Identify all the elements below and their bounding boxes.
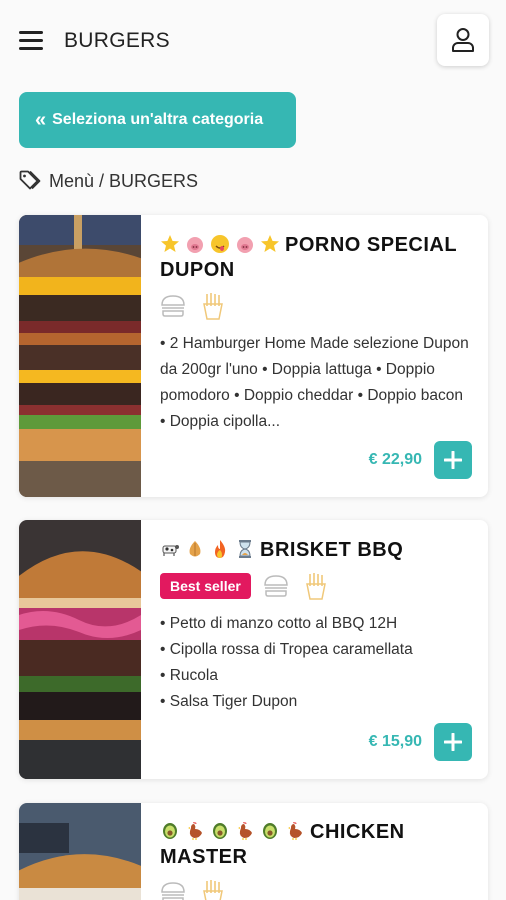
- pig-icon: [187, 237, 203, 253]
- product-icons: Best seller: [160, 571, 472, 601]
- cow-icon: [162, 545, 179, 556]
- product-image: [19, 520, 141, 779]
- add-to-cart-button[interactable]: [434, 723, 472, 761]
- fire-icon: [215, 540, 226, 558]
- avocado-icon: [163, 823, 177, 839]
- product-price: € 15,90: [368, 733, 422, 750]
- product-icons: [160, 291, 472, 321]
- top-header: BURGERS: [0, 0, 506, 80]
- product-details: CHICKEN MASTER: [160, 803, 472, 900]
- product-title: PORNO SPECIAL DUPON: [160, 233, 472, 283]
- product-price: € 22,90: [368, 451, 422, 468]
- avocado-icon: [263, 823, 277, 839]
- price-row: € 15,90: [369, 723, 472, 761]
- rooster-icon: [188, 822, 202, 840]
- fries-icon: [203, 880, 223, 900]
- description-line: • Salsa Tiger Dupon: [160, 693, 298, 710]
- product-icons: [160, 878, 472, 900]
- plus-icon: [444, 733, 462, 751]
- product-title: CHICKEN MASTER: [160, 820, 472, 870]
- double-chevron-left-icon: «: [35, 109, 47, 131]
- fries-icon: [203, 293, 223, 320]
- select-other-category-label: Seleziona un'altra categoria: [52, 111, 264, 128]
- tag-icon: [19, 170, 41, 190]
- product-card[interactable]: CHICKEN MASTER: [19, 803, 488, 900]
- burger-icon: [161, 295, 185, 317]
- product-image: [19, 803, 141, 900]
- burger-icon: [161, 882, 185, 900]
- best-seller-badge: Best seller: [160, 573, 251, 599]
- product-description: • 2 Hamburger Home Made selezione Dupon …: [160, 335, 469, 430]
- breadcrumb-text: Menù / BURGERS: [49, 170, 199, 191]
- user-icon: [452, 28, 474, 52]
- product-description: • Petto di manzo cotto al BBQ 12H • Cipo…: [160, 611, 472, 715]
- description-line: • Petto di manzo cotto al BBQ 12H: [160, 615, 398, 632]
- star-icon: [161, 235, 179, 252]
- product-card[interactable]: BRISKET BBQ Best seller • Petto di manzo…: [19, 520, 488, 779]
- hourglass-icon: [239, 540, 251, 558]
- page-title: BURGERS: [64, 29, 170, 52]
- pig-icon: [237, 237, 253, 253]
- rooster-icon: [288, 822, 302, 840]
- breadcrumb: Menù / BURGERS: [19, 169, 198, 193]
- product-title: BRISKET BBQ: [160, 538, 472, 563]
- fries-icon: [305, 573, 326, 600]
- product-image: [19, 215, 141, 497]
- add-to-cart-button[interactable]: [434, 441, 472, 479]
- rooster-icon: [238, 822, 252, 840]
- drooling-face-icon: [211, 235, 229, 253]
- burger-icon: [264, 575, 288, 597]
- product-details: BRISKET BBQ Best seller • Petto di manzo…: [160, 520, 472, 779]
- description-line: • Rucola: [160, 667, 218, 684]
- profile-button[interactable]: [437, 14, 489, 66]
- description-line: • Cipolla rossa di Tropea caramellata: [160, 641, 413, 658]
- menu-icon[interactable]: [19, 31, 43, 51]
- product-title-text: BRISKET BBQ: [260, 539, 404, 561]
- onion-icon: [189, 541, 201, 557]
- avocado-icon: [213, 823, 227, 839]
- product-card[interactable]: PORNO SPECIAL DUPON • 2 Hamburger Home M…: [19, 215, 488, 497]
- price-row: € 22,90: [369, 441, 472, 479]
- product-details: PORNO SPECIAL DUPON • 2 Hamburger Home M…: [160, 215, 472, 497]
- star-icon: [261, 235, 279, 252]
- select-other-category-button[interactable]: « Seleziona un'altra categoria: [19, 92, 296, 148]
- plus-icon: [444, 451, 462, 469]
